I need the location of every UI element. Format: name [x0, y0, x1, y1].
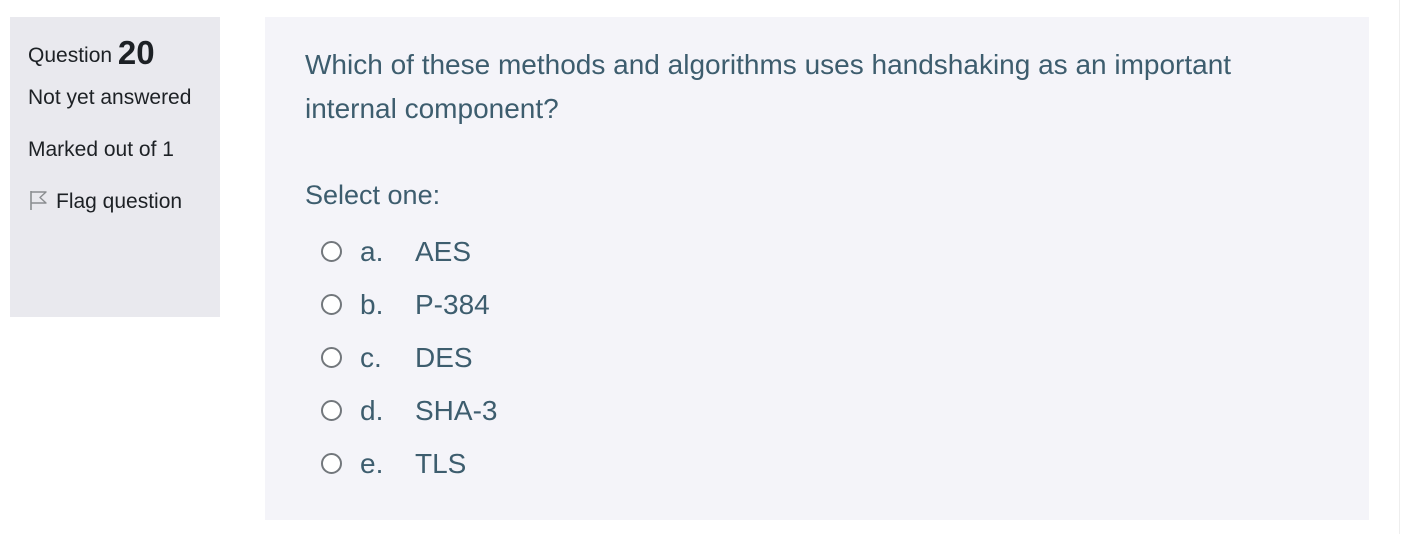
radio-button-e[interactable] — [321, 453, 342, 474]
answer-text: P-384 — [415, 288, 490, 320]
radio-button-c[interactable] — [321, 347, 342, 368]
question-number: 20 — [117, 34, 155, 71]
radio-button-d[interactable] — [321, 400, 342, 421]
flag-question-button[interactable]: Flag question — [28, 184, 202, 220]
answer-letter: d. — [360, 394, 384, 426]
page-edge-divider — [1399, 0, 1400, 534]
answer-letter: e. — [360, 447, 384, 479]
answer-option-c[interactable]: c. DES — [305, 331, 1329, 384]
answer-option-a[interactable]: a. AES — [305, 225, 1329, 278]
question-info-panel: Question 20 Not yet answered Marked out … — [10, 17, 220, 317]
question-text: Which of these methods and algorithms us… — [305, 49, 1232, 124]
flag-outline-icon — [28, 187, 50, 210]
answer-letter: c. — [360, 341, 382, 373]
question-label: Question — [28, 44, 113, 67]
answer-option-d[interactable]: d. SHA-3 — [305, 384, 1329, 437]
question-number-heading: Question 20 — [28, 35, 202, 74]
answer-text: SHA-3 — [415, 394, 498, 426]
radio-button-a[interactable] — [321, 241, 342, 262]
question-grade: Marked out of 1 — [28, 138, 174, 161]
answer-option-e[interactable]: e. TLS — [305, 437, 1329, 490]
answer-letter: a. — [360, 235, 384, 267]
answer-text: TLS — [415, 447, 467, 479]
select-one-prompt: Select one: — [305, 180, 441, 210]
answer-text: AES — [415, 235, 472, 267]
answer-options: a. AES b. P-384 c. DES d. SHA-3 e. TLS — [305, 225, 1329, 490]
question-content: Which of these methods and algorithms us… — [265, 17, 1369, 520]
answer-text: DES — [415, 341, 473, 373]
radio-button-b[interactable] — [321, 294, 342, 315]
answer-letter: b. — [360, 288, 384, 320]
question-state: Not yet answered — [28, 86, 192, 109]
answer-option-b[interactable]: b. P-384 — [305, 278, 1329, 331]
flag-question-label: Flag question — [56, 190, 183, 213]
